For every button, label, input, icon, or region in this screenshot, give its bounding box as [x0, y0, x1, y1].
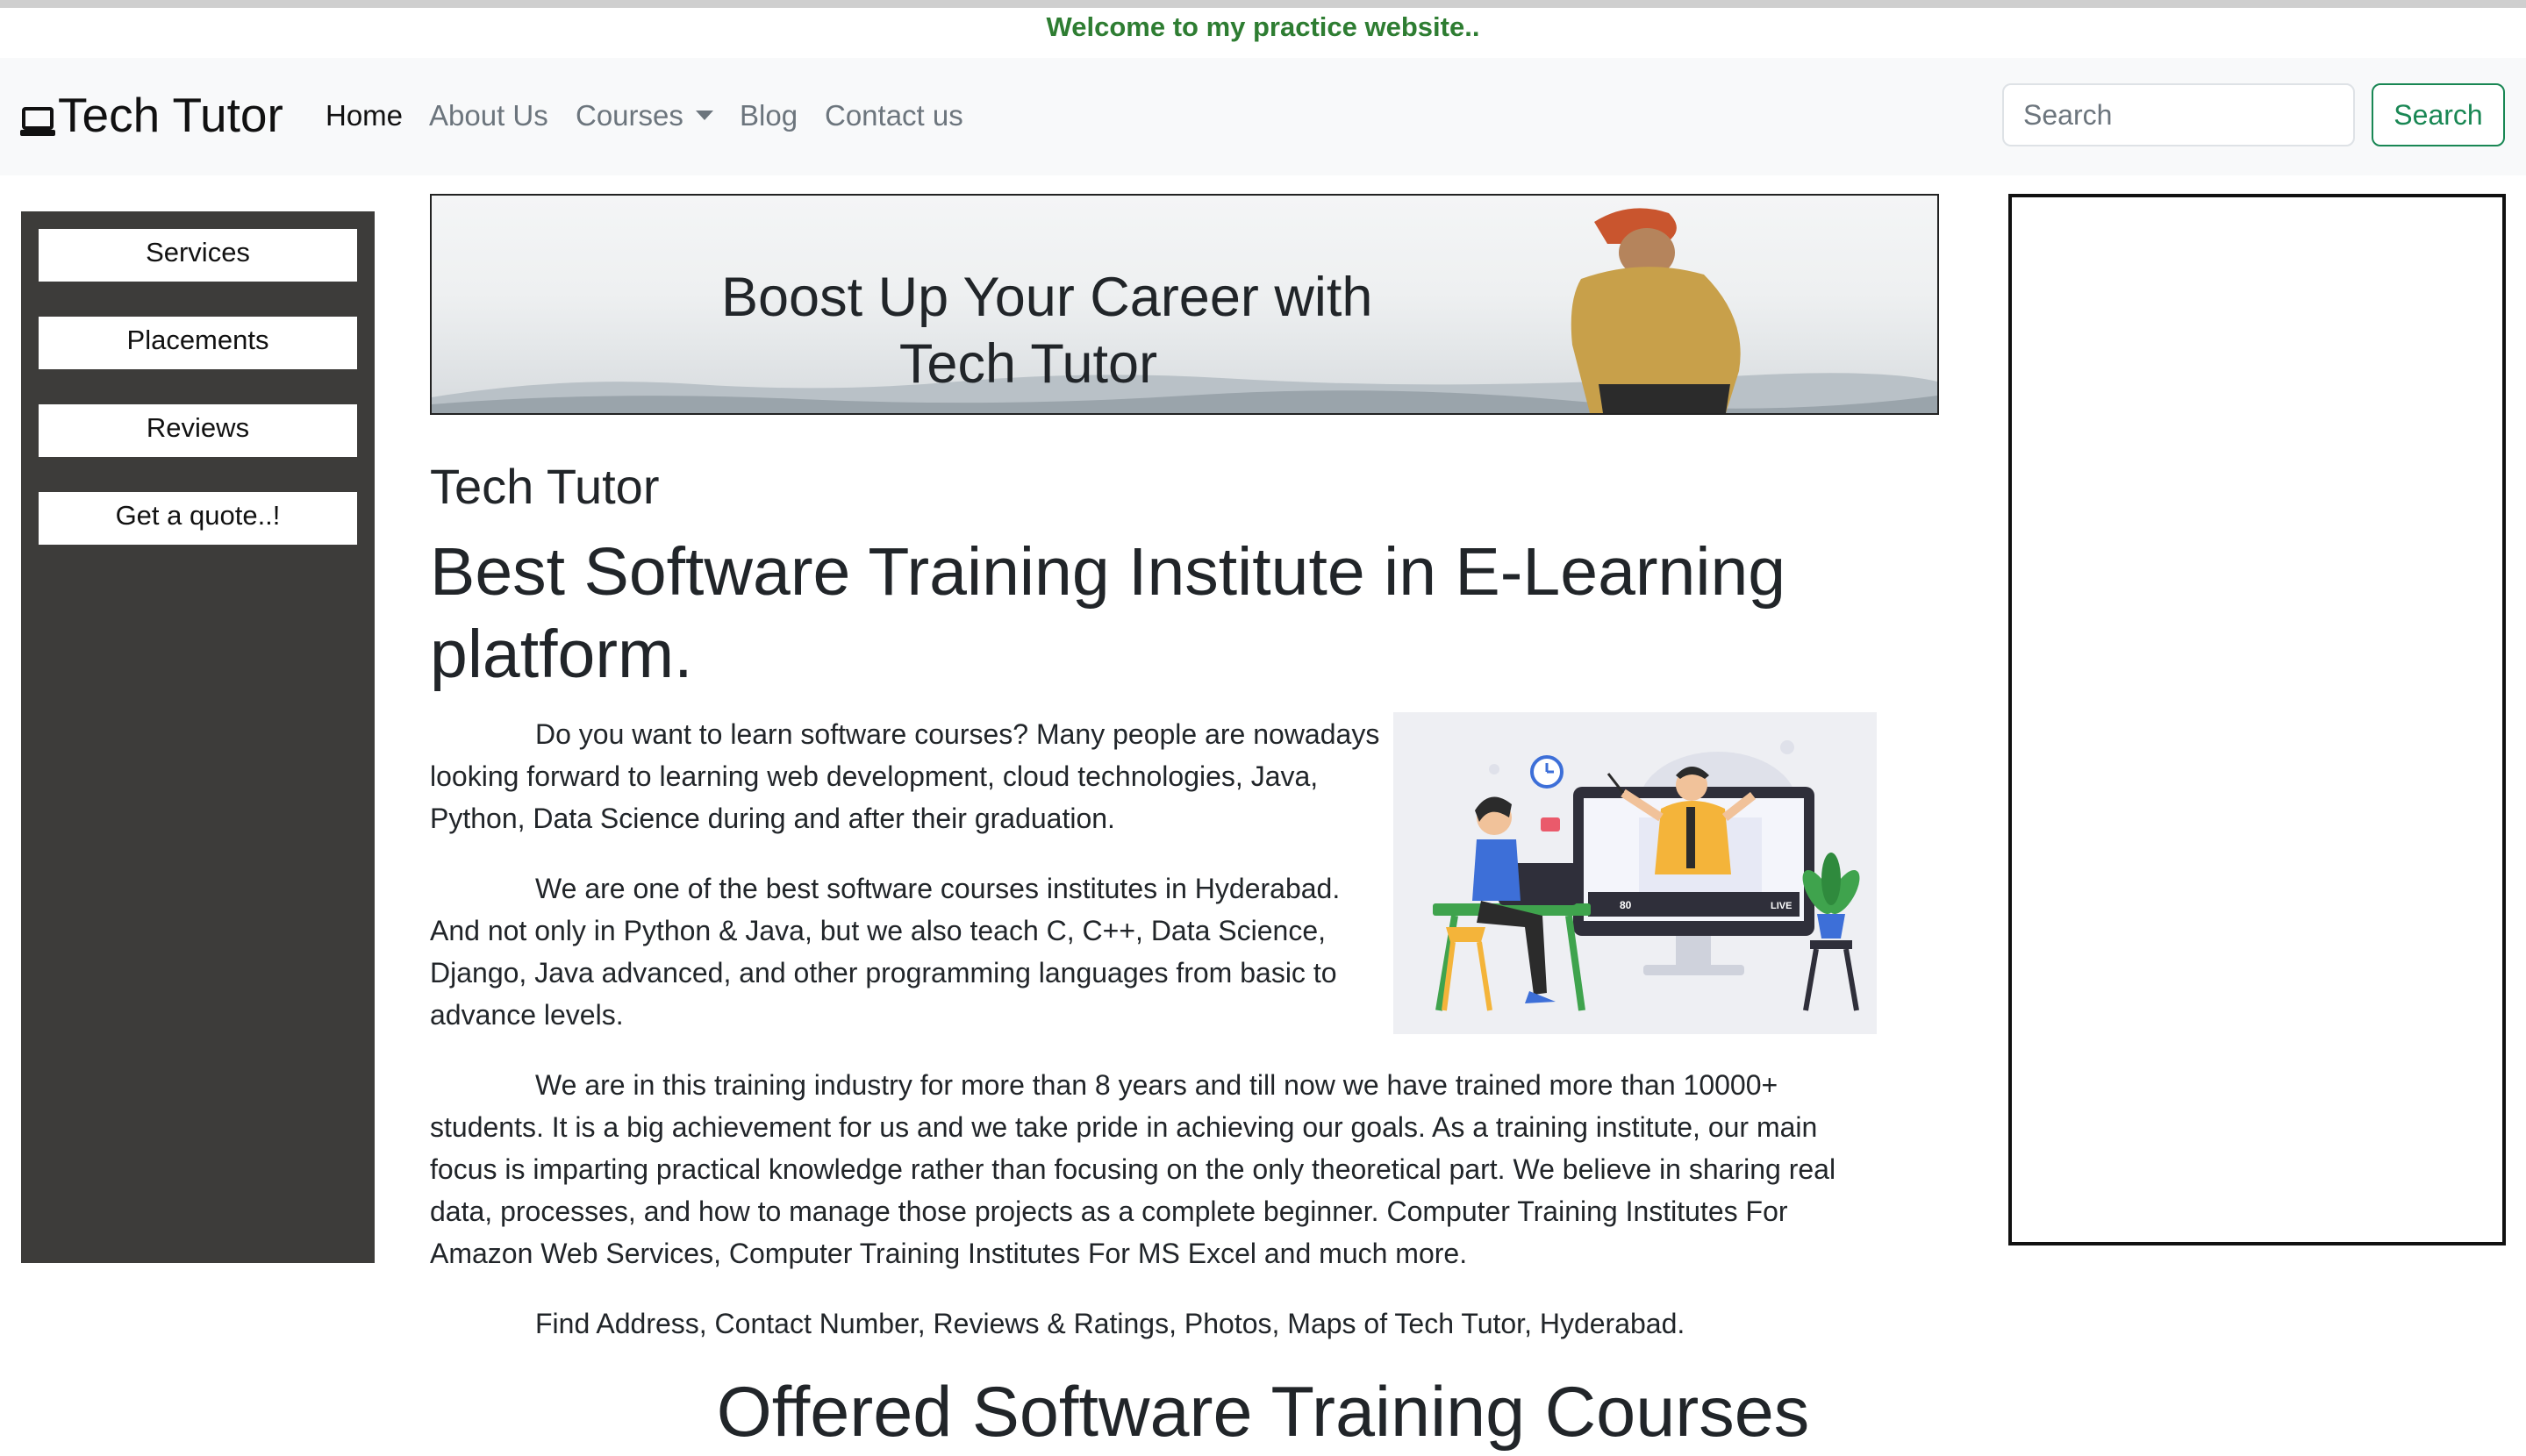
intro-paragraph-3: We are in this training industry for mor… — [430, 1069, 1836, 1269]
intro-paragraph-4: Find Address, Contact Number, Reviews & … — [535, 1308, 1685, 1339]
search-button[interactable]: Search — [2372, 83, 2505, 146]
laptop-icon — [20, 107, 55, 136]
sidebar: Services Placements Reviews Get a quote.… — [21, 211, 375, 1263]
nav-contact-us[interactable]: Contact us — [825, 96, 963, 135]
browser-top-edge — [0, 0, 2526, 8]
banner-line-2: Tech Tutor — [898, 333, 1158, 395]
search-input[interactable] — [2002, 83, 2355, 146]
right-panel — [2008, 194, 2506, 1245]
sidebar-item-placements[interactable]: Placements — [39, 317, 357, 369]
screen-live-label: LIVE — [1771, 901, 1792, 911]
banner-headline: Boost Up Your Career with Tech Tutor — [721, 264, 1373, 397]
welcome-banner: Welcome to my practice website.. — [1046, 11, 1480, 42]
banner-line-1: Boost Up Your Career with — [721, 267, 1373, 328]
navbar: Tech Tutor Home About Us Courses Blog Co… — [0, 58, 2526, 175]
chevron-down-icon — [695, 111, 713, 120]
hero-banner: Boost Up Your Career with Tech Tutor — [430, 194, 1939, 415]
sidebar-item-reviews[interactable]: Reviews — [39, 404, 357, 457]
nav-courses-dropdown[interactable]: Courses — [576, 96, 713, 135]
page-subtitle: Tech Tutor — [430, 459, 660, 514]
sidebar-item-get-a-quote[interactable]: Get a quote..! — [39, 492, 357, 545]
e-learning-illustration: 80 LIVE — [1393, 712, 1877, 1034]
nav-blog[interactable]: Blog — [740, 96, 798, 135]
courses-section-heading: Offered Software Training Courses — [716, 1373, 1810, 1452]
brand-logo[interactable]: Tech Tutor — [19, 84, 283, 146]
screen-count-label: 80 — [1620, 899, 1632, 911]
nav-about-us[interactable]: About Us — [429, 96, 548, 135]
intro-paragraph-1: Do you want to learn software courses? M… — [430, 718, 1380, 834]
page-title: Best Software Training Institute in E-Le… — [430, 534, 1786, 692]
brand-name: Tech Tutor — [58, 88, 283, 142]
nav-home[interactable]: Home — [326, 96, 403, 135]
nav-courses-label: Courses — [576, 99, 683, 132]
sidebar-item-services[interactable]: Services — [39, 229, 357, 282]
intro-paragraph-2: We are one of the best software courses … — [430, 873, 1341, 1031]
